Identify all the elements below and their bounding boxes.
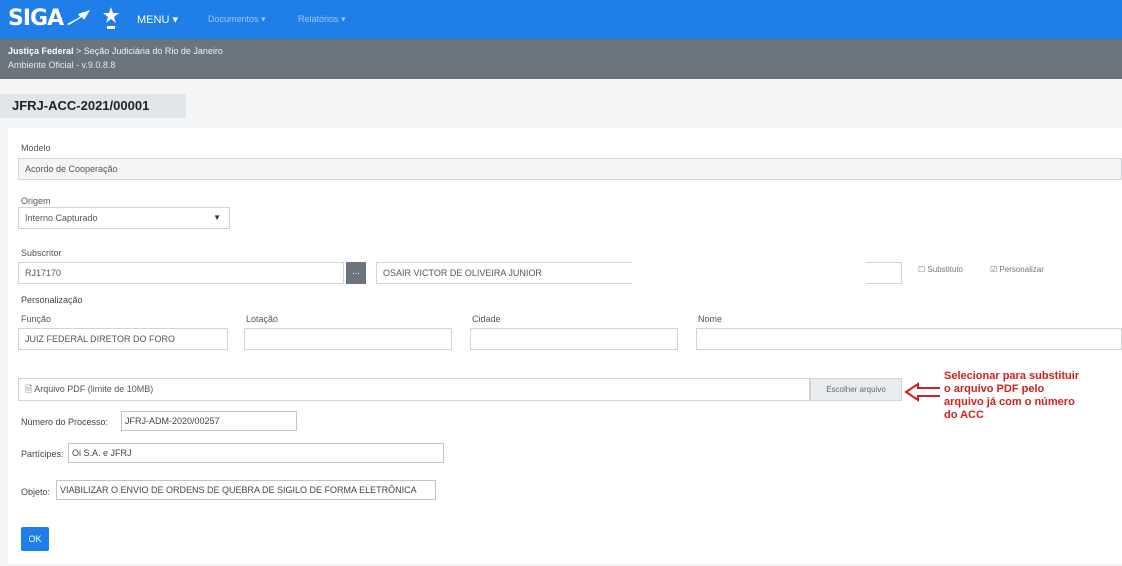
personalizacao-title: Personalização xyxy=(21,295,83,305)
subscritor-lookup-button[interactable]: ... xyxy=(346,262,366,284)
trf-emblem-icon xyxy=(103,7,119,29)
menu-dropdown[interactable]: MENU ▾ xyxy=(137,13,178,26)
subscritor-label: Subscritor xyxy=(21,248,62,258)
participes-field[interactable]: Oi S.A. e JFRJ xyxy=(68,443,444,463)
blank-area xyxy=(234,182,520,244)
origem-select[interactable]: Interno Capturado ▼ xyxy=(18,207,230,229)
processo-field[interactable]: JFRJ-ADM-2020/00257 xyxy=(121,411,297,431)
pdf-file-input[interactable]: 🗎 Arquivo PDF (limite de 10MB) xyxy=(18,378,810,401)
personalizar-checkbox[interactable]: ☑ Personalizar xyxy=(990,265,1044,274)
substituto-label: Substituto xyxy=(927,265,963,274)
breadcrumb: Justiça Federal > Seção Judiciária do Ri… xyxy=(8,46,223,56)
redaction-block xyxy=(632,258,866,288)
breadcrumb-separator: > xyxy=(73,46,84,56)
subscritor-code-field[interactable]: RJ17170 xyxy=(18,262,344,284)
siga-logo[interactable]: SIGA xyxy=(8,6,64,31)
checkbox-checked-icon: ☑ xyxy=(990,265,998,274)
menu-reports[interactable]: Relatórios ▾ xyxy=(298,14,346,25)
objeto-field[interactable]: VIABILIZAR O ENVIO DE ORDENS DE QUEBRA D… xyxy=(56,480,436,500)
funcao-label: Função xyxy=(21,314,52,324)
nome-field[interactable] xyxy=(696,328,1122,350)
substituto-checkbox[interactable]: ☐ Substituto xyxy=(918,265,963,274)
file-icon: 🗎 xyxy=(25,384,33,394)
participes-label: Partícipes: xyxy=(21,449,64,459)
breadcrumb-bar xyxy=(0,39,1122,79)
lotacao-field[interactable] xyxy=(244,328,452,350)
processo-label: Número do Processo: xyxy=(21,417,109,427)
breadcrumb-section[interactable]: Seção Judiciária do Rio de Janeiro xyxy=(84,46,223,56)
funcao-field[interactable]: JUIZ FEDERAL DIRETOR DO FORO xyxy=(18,328,228,350)
origem-value: Interno Capturado xyxy=(25,213,98,223)
modelo-field[interactable]: Acordo de Cooperação xyxy=(18,158,1122,180)
menu-documents[interactable]: Documentos ▾ xyxy=(208,14,266,25)
arrow-left-icon xyxy=(904,382,943,402)
modelo-label: Modelo xyxy=(21,143,51,153)
nome-label: Nome xyxy=(698,314,723,324)
choose-file-button[interactable]: Escolher arquivo xyxy=(810,378,902,401)
annotation-text: Selecionar para substituir o arquivo PDF… xyxy=(944,370,1080,421)
logo-arrow-icon xyxy=(67,10,90,25)
origem-label: Origem xyxy=(21,196,51,206)
pdf-file-placeholder: Arquivo PDF (limite de 10MB) xyxy=(34,384,154,394)
environment-label: Ambiente Oficial - v.9.0.8.8 xyxy=(8,60,116,70)
document-code-title: JFRJ-ACC-2021/00001 xyxy=(0,94,186,118)
checkbox-icon: ☐ xyxy=(918,265,926,274)
cidade-field[interactable] xyxy=(470,328,678,350)
objeto-label: Objeto: xyxy=(21,487,51,497)
chevron-down-icon: ▼ xyxy=(213,213,221,222)
personalizar-label: Personalizar xyxy=(999,265,1044,274)
lotacao-label: Lotação xyxy=(246,314,279,324)
ok-button[interactable]: OK xyxy=(21,527,49,551)
cidade-label: Cidade xyxy=(472,314,501,324)
breadcrumb-root[interactable]: Justiça Federal xyxy=(8,46,74,56)
